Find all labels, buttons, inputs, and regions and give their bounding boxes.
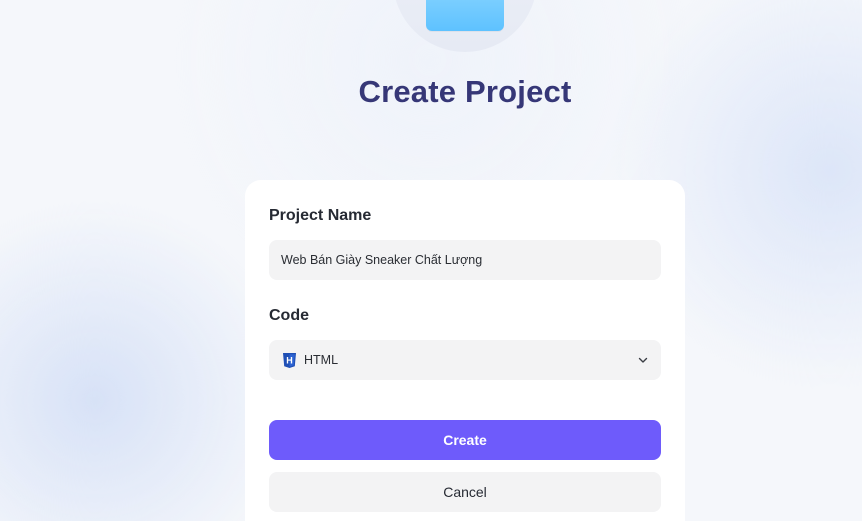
project-name-label: Project Name: [269, 207, 372, 224]
cancel-button[interactable]: Cancel: [269, 472, 661, 512]
chevron-down-icon: [637, 354, 649, 366]
html-icon: H: [283, 352, 296, 368]
svg-text:H: H: [286, 355, 293, 365]
code-select[interactable]: H HTML: [269, 340, 661, 380]
code-label: Code: [269, 307, 309, 324]
project-name-input[interactable]: [269, 240, 661, 280]
create-project-form: Project Name Code H HTML Create Cancel: [245, 180, 685, 521]
folder-illustration-icon: [426, 0, 504, 31]
page-title: Create Project: [358, 74, 572, 109]
create-button[interactable]: Create: [269, 420, 661, 460]
code-select-value: HTML: [304, 353, 339, 367]
